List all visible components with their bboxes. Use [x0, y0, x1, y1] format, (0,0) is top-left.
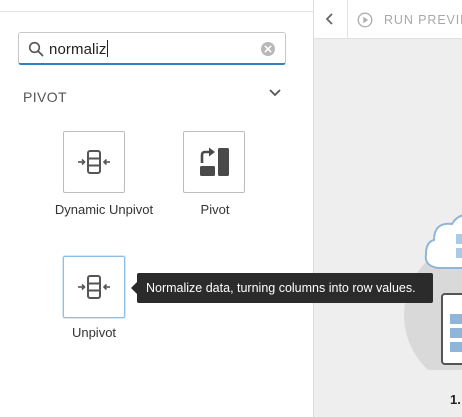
- tool-tile-pivot[interactable]: [183, 131, 245, 193]
- tool-tile-unpivot[interactable]: [63, 256, 125, 318]
- tool-label: Dynamic Unpivot: [54, 202, 154, 217]
- play-icon[interactable]: [357, 12, 373, 28]
- section-title-pivot: PIVOT: [23, 89, 68, 105]
- preview-toolbar: RUN PREVIEW: [314, 0, 462, 39]
- panel-top-border: [0, 0, 313, 12]
- step-number: 1.: [450, 392, 461, 407]
- toolbar-divider: [347, 0, 348, 38]
- tool-tile-dynamic-unpivot[interactable]: [63, 131, 125, 193]
- tool-label: Unpivot: [71, 325, 117, 340]
- search-input[interactable]: normaliz: [49, 40, 108, 58]
- tool-search-box[interactable]: normaliz: [18, 32, 286, 65]
- tool-label: Pivot: [200, 202, 230, 217]
- tools-panel: normaliz PIVOT Dynamic Unpivot Pivot Unp…: [0, 0, 313, 417]
- search-icon: [28, 41, 44, 57]
- run-preview-button[interactable]: RUN PREVIEW: [384, 13, 462, 27]
- pivot-icon: [200, 147, 229, 176]
- unpivot-icon: [78, 275, 110, 299]
- preview-pane: RUN PREVIEW 1.: [313, 0, 462, 417]
- clear-search-icon[interactable]: [260, 41, 276, 57]
- unpivot-icon: [78, 150, 110, 174]
- chevron-down-icon[interactable]: [267, 86, 283, 100]
- chevron-left-icon[interactable]: [325, 12, 335, 26]
- tooltip: Normalize data, turning columns into row…: [131, 273, 433, 303]
